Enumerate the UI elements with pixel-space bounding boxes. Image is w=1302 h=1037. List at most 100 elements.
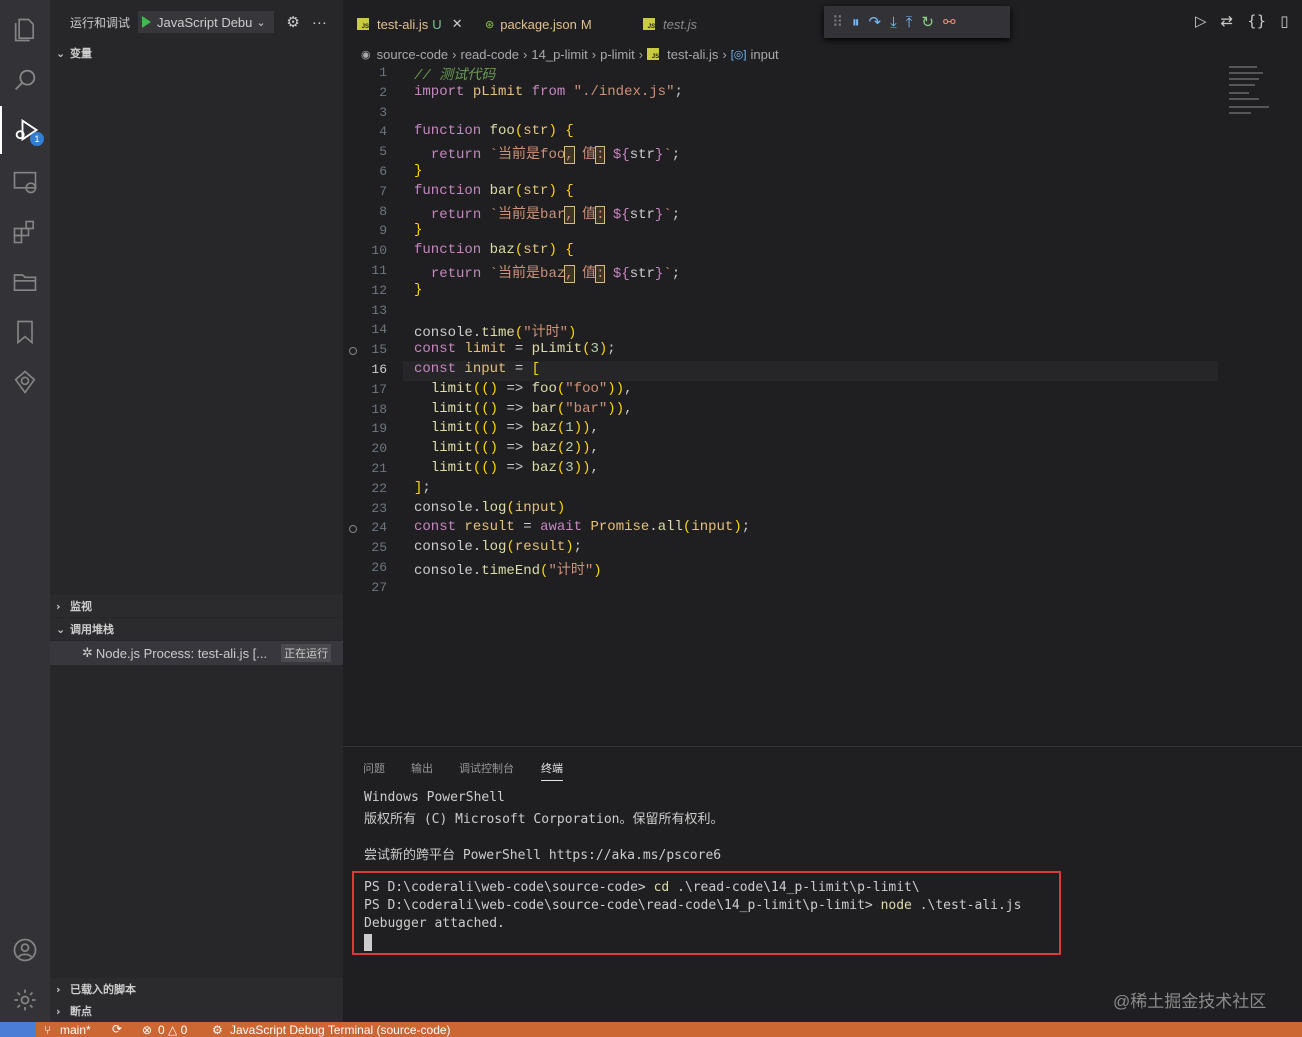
- code-line: console.log(result);: [414, 539, 583, 556]
- line-number[interactable]: 7: [343, 184, 387, 199]
- tab-test-ali[interactable]: JS test-ali.js U ✕: [347, 6, 473, 42]
- tab-terminal[interactable]: 终端: [541, 760, 563, 781]
- branch-icon: ⑂: [44, 1023, 52, 1037]
- explorer-icon[interactable]: [0, 6, 50, 54]
- settings-gear-icon[interactable]: [0, 976, 50, 1024]
- tab-test-js[interactable]: JS test.js: [633, 6, 707, 42]
- line-number[interactable]: 23: [343, 501, 387, 516]
- sync-icon[interactable]: ⟳: [112, 1022, 122, 1036]
- line-number[interactable]: 25: [343, 540, 387, 555]
- debug-sidebar: 运行和调试 JavaScript Debu ⌄ ⚙ ··· ⌄ 变量 › 监视 …: [50, 0, 343, 1022]
- extensions-icon[interactable]: [0, 208, 50, 256]
- breakpoints-section-header[interactable]: › 断点: [50, 1000, 343, 1022]
- breadcrumb-item[interactable]: 14_p-limit: [531, 47, 587, 62]
- start-debug-icon[interactable]: [142, 16, 152, 28]
- step-into-icon[interactable]: ⤓: [890, 13, 897, 31]
- code-line: const input = [: [414, 361, 541, 377]
- breadcrumb-item[interactable]: test-ali.js: [667, 47, 718, 62]
- run-debug-icon[interactable]: 1: [0, 106, 50, 154]
- compare-icon[interactable]: ⇄: [1221, 12, 1234, 30]
- step-out-icon[interactable]: ⤒: [906, 13, 913, 31]
- line-number[interactable]: 5: [343, 144, 387, 159]
- line-number[interactable]: 12: [343, 283, 387, 298]
- close-icon[interactable]: ✕: [452, 17, 463, 32]
- breakpoints-label: 断点: [70, 1006, 92, 1018]
- loaded-scripts-section-header[interactable]: › 已载入的脚本: [50, 978, 343, 1000]
- code-line: const result = await Promise.all(input);: [414, 519, 751, 536]
- run-file-icon[interactable]: ▷: [1195, 12, 1207, 30]
- terminal-line: Windows PowerShell: [364, 790, 505, 805]
- debug-terminal-label[interactable]: JavaScript Debug Terminal (source-code): [230, 1023, 451, 1037]
- line-number[interactable]: 13: [343, 303, 387, 318]
- restart-icon[interactable]: ↻: [921, 13, 934, 31]
- variable-icon: [◎]: [730, 48, 747, 61]
- line-number[interactable]: 17: [343, 382, 387, 397]
- account-icon[interactable]: [0, 926, 50, 974]
- line-number[interactable]: 3: [343, 105, 387, 120]
- more-icon[interactable]: ···: [312, 14, 327, 31]
- loaded-scripts-label: 已载入的脚本: [70, 984, 136, 996]
- line-number[interactable]: 20: [343, 441, 387, 456]
- breadcrumb-item[interactable]: p-limit: [600, 47, 635, 62]
- callstack-process-row[interactable]: ✲ Node.js Process: test-ali.js [... 正在运行: [50, 641, 343, 665]
- line-number[interactable]: 18: [343, 402, 387, 417]
- step-over-icon[interactable]: ↷: [869, 13, 882, 31]
- tab-output[interactable]: 输出: [411, 760, 433, 776]
- line-number[interactable]: 19: [343, 421, 387, 436]
- drag-handle-icon[interactable]: ⠿: [832, 13, 843, 31]
- line-number[interactable]: 14: [343, 322, 387, 337]
- variables-section-header[interactable]: ⌄ 变量: [50, 42, 343, 64]
- line-number[interactable]: 9: [343, 223, 387, 238]
- code-line: limit(() => bar("bar")),: [430, 400, 633, 417]
- breadcrumb-item[interactable]: source-code: [377, 47, 449, 62]
- code-editor[interactable]: 1 2 3 4 5 6 7 8 9 10 11 12 13 14 15 16 17 18 19 20 21 22 23 24 2…: [343, 64, 1302, 746]
- launch-config-select[interactable]: JavaScript Debu ⌄: [138, 11, 275, 33]
- gear-icon[interactable]: ⚙: [286, 13, 299, 31]
- npm-file-icon: ⊛: [485, 17, 495, 31]
- search-icon[interactable]: [0, 56, 50, 104]
- tab-debug-console[interactable]: 调试控制台: [459, 760, 514, 776]
- tab-package-json[interactable]: ⊛ package.json M: [475, 6, 602, 42]
- minimap[interactable]: [1229, 64, 1299, 124]
- git-lens-icon[interactable]: [0, 358, 50, 406]
- line-number[interactable]: 26: [343, 560, 387, 575]
- js-file-icon: JS: [357, 18, 369, 30]
- line-number[interactable]: 2: [343, 85, 387, 100]
- line-number[interactable]: 1: [343, 65, 387, 80]
- code-line: }: [414, 163, 423, 179]
- branch-label[interactable]: main*: [60, 1023, 91, 1037]
- braces-icon[interactable]: {}: [1247, 12, 1266, 30]
- line-number[interactable]: 27: [343, 580, 387, 595]
- tab-label: test-ali.js: [377, 16, 429, 32]
- chevron-right-icon: ›: [56, 599, 61, 613]
- activity-bar: 1: [0, 0, 50, 1022]
- breadcrumb-item[interactable]: input: [750, 47, 778, 62]
- terminal-line: 尝试新的跨平台 PowerShell https://aka.ms/pscore…: [364, 848, 722, 863]
- line-number[interactable]: 4: [343, 124, 387, 139]
- tab-problems[interactable]: 问题: [363, 760, 385, 776]
- line-number[interactable]: 10: [343, 243, 387, 258]
- remote-explorer-icon[interactable]: [0, 158, 50, 206]
- line-number[interactable]: 21: [343, 461, 387, 476]
- watermark: @稀土掘金技术社区: [1113, 992, 1267, 1011]
- problems-count[interactable]: 0 △ 0: [158, 1023, 187, 1037]
- line-number[interactable]: 6: [343, 164, 387, 179]
- folder-icon[interactable]: [0, 258, 50, 306]
- line-number[interactable]: 8: [343, 204, 387, 219]
- bookmark-icon[interactable]: [0, 308, 50, 356]
- split-editor-icon[interactable]: ▯: [1280, 12, 1288, 30]
- pause-icon[interactable]: ⏸: [852, 13, 860, 31]
- launch-config-label: JavaScript Debu: [157, 14, 253, 30]
- terminal-line: 版权所有 (C) Microsoft Corporation。保留所有权利。: [364, 812, 724, 827]
- remote-indicator[interactable]: [0, 1022, 36, 1037]
- watch-label: 监视: [70, 601, 92, 613]
- code-line: limit(() => baz(3)),: [430, 460, 599, 476]
- breadcrumb-item[interactable]: read-code: [461, 47, 520, 62]
- callstack-section-header[interactable]: ⌄ 调用堆栈: [50, 618, 343, 640]
- disconnect-icon[interactable]: ⚯: [943, 13, 956, 31]
- line-number[interactable]: 22: [343, 481, 387, 496]
- line-number[interactable]: 16: [343, 362, 387, 377]
- code-line: console.log(input): [414, 499, 566, 516]
- watch-section-header[interactable]: › 监视: [50, 595, 343, 617]
- line-number[interactable]: 11: [343, 263, 387, 278]
